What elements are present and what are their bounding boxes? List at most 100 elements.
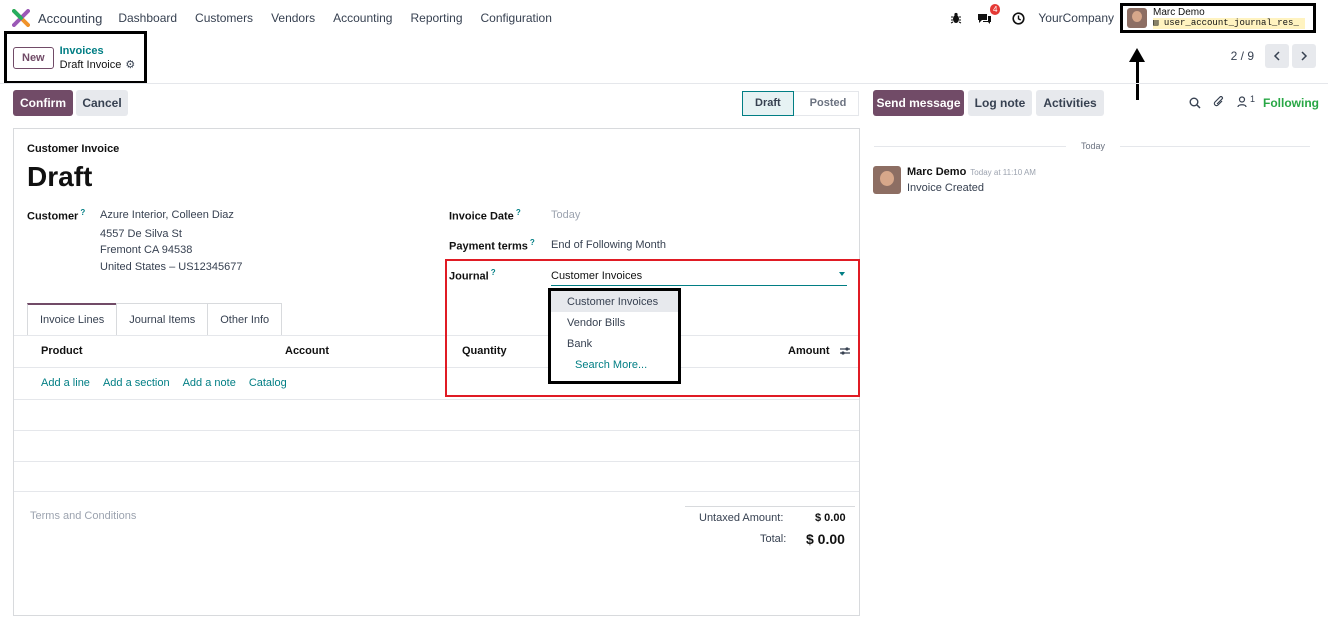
confirm-button[interactable]: Confirm — [13, 90, 73, 116]
customer-label: Customer? — [27, 208, 85, 223]
journal-search-more-link[interactable]: Search More... — [551, 354, 678, 375]
untaxed-amount-value: $ 0.00 — [815, 512, 846, 524]
chatter-date-divider-right — [1120, 146, 1310, 147]
help-tooltip-icon[interactable]: ? — [530, 238, 535, 247]
add-section-link[interactable]: Add a section — [103, 377, 170, 389]
pager-next-button[interactable] — [1292, 44, 1316, 68]
message-header: Marc Demo Today at 11:10 AM — [907, 166, 1036, 178]
tab-invoice-lines[interactable]: Invoice Lines — [27, 303, 118, 335]
message-author[interactable]: Marc Demo — [907, 166, 966, 178]
menu-reporting[interactable]: Reporting — [410, 11, 462, 25]
table-row — [14, 491, 859, 492]
add-line-link[interactable]: Add a line — [41, 377, 90, 389]
menu-customers[interactable]: Customers — [195, 11, 253, 25]
followers-icon[interactable] — [1237, 96, 1247, 111]
payment-terms-label-text: Payment terms — [449, 240, 528, 253]
header-divider — [0, 83, 1328, 84]
status-posted[interactable]: Posted — [793, 91, 860, 116]
payment-terms-label: Payment terms? — [449, 238, 535, 253]
chatter-date-separator: Today — [1081, 141, 1106, 151]
journal-option-customer-invoices[interactable]: Customer Invoices — [551, 291, 678, 312]
invoice-date-field[interactable]: Today — [551, 209, 580, 221]
chatter-date-divider-left — [874, 146, 1066, 147]
user-menu[interactable]: Marc Demo ▤ user_account_journal_res_ — [1120, 3, 1316, 33]
payment-terms-field[interactable]: End of Following Month — [551, 239, 666, 251]
accounting-app-icon — [12, 9, 30, 27]
message-timestamp: Today at 11:10 AM — [970, 168, 1036, 177]
breadcrumb-area: New Invoices Draft Invoice ⚙ — [4, 31, 147, 84]
status-draft[interactable]: Draft — [742, 91, 794, 116]
user-database-name: ▤ user_account_journal_res_ — [1153, 18, 1305, 29]
menu-configuration[interactable]: Configuration — [481, 11, 552, 25]
totals-divider — [685, 506, 855, 507]
top-navbar: Accounting Dashboard Customers Vendors A… — [0, 0, 1328, 36]
customer-name-field[interactable]: Azure Interior, Colleen Diaz — [100, 209, 234, 221]
form-notebook-tabs: Invoice Lines Journal Items Other Info — [27, 303, 283, 335]
search-icon[interactable] — [1189, 97, 1201, 112]
total-label: Total: — [760, 533, 787, 545]
caret-down-icon — [839, 272, 845, 276]
debug-bug-icon[interactable] — [948, 10, 964, 26]
journal-dropdown: Customer Invoices Vendor Bills Bank Sear… — [548, 288, 681, 384]
breadcrumb-current-label: Draft Invoice — [59, 58, 122, 71]
pager-value[interactable]: 2 / 9 — [1231, 49, 1254, 63]
annotation-arrow-shaft — [1136, 60, 1139, 100]
cancel-button[interactable]: Cancel — [76, 90, 128, 116]
journal-option-bank[interactable]: Bank — [551, 333, 678, 354]
app-brand[interactable]: Accounting — [12, 9, 118, 27]
catalog-link[interactable]: Catalog — [249, 377, 287, 389]
message-author-avatar[interactable] — [873, 166, 901, 194]
messages-icon[interactable]: 4 — [976, 4, 1001, 26]
untaxed-amount-label: Untaxed Amount: — [699, 512, 784, 524]
paperclip-icon[interactable] — [1213, 96, 1225, 112]
company-switcher[interactable]: YourCompany — [1038, 11, 1114, 25]
send-message-button[interactable]: Send message — [873, 90, 964, 116]
total-value: $ 0.00 — [806, 531, 845, 547]
journal-select-field[interactable]: Customer Invoices — [551, 266, 847, 286]
tab-other-info[interactable]: Other Info — [207, 303, 283, 335]
column-product[interactable]: Product — [41, 345, 83, 357]
activities-clock-icon[interactable] — [1010, 10, 1026, 26]
move-type-label: Customer Invoice — [27, 143, 120, 155]
pager-previous-button[interactable] — [1265, 44, 1289, 68]
customer-city: Fremont CA 94538 — [100, 244, 193, 256]
invoice-date-label: Invoice Date? — [449, 208, 521, 223]
customer-country: United States – US12345677 — [100, 261, 243, 273]
menu-accounting[interactable]: Accounting — [333, 11, 392, 25]
log-note-button[interactable]: Log note — [968, 90, 1032, 116]
table-row — [14, 461, 859, 462]
customer-label-text: Customer — [27, 210, 79, 223]
menu-vendors[interactable]: Vendors — [271, 11, 315, 25]
activities-button[interactable]: Activities — [1036, 90, 1104, 116]
line-actions: Add a line Add a section Add a note Cata… — [41, 377, 287, 389]
user-name: Marc Demo — [1153, 7, 1205, 18]
column-account[interactable]: Account — [285, 345, 329, 357]
add-note-link[interactable]: Add a note — [183, 377, 236, 389]
terms-conditions-field[interactable]: Terms and Conditions — [30, 510, 136, 522]
invoice-date-label-text: Invoice Date — [449, 210, 514, 223]
following-toggle[interactable]: Following — [1263, 96, 1319, 110]
help-tooltip-icon[interactable]: ? — [80, 208, 85, 217]
gear-icon[interactable]: ⚙ — [125, 58, 135, 72]
database-icon: ▤ — [1153, 18, 1159, 28]
tab-journal-items[interactable]: Journal Items — [116, 303, 209, 335]
journal-selected-value: Customer Invoices — [551, 269, 643, 282]
breadcrumb-current: Draft Invoice ⚙ — [60, 58, 136, 72]
journal-option-vendor-bills[interactable]: Vendor Bills — [551, 312, 678, 333]
table-row — [14, 430, 859, 431]
chevron-left-icon — [1273, 51, 1280, 61]
pager: 2 / 9 — [1231, 44, 1316, 68]
messages-count-badge: 4 — [989, 4, 1001, 15]
new-button[interactable]: New — [13, 46, 54, 69]
chevron-right-icon — [1301, 51, 1308, 61]
table-row — [14, 399, 859, 400]
customer-street: 4557 De Silva St — [100, 228, 182, 240]
invoice-state-title: Draft — [27, 161, 93, 192]
help-tooltip-icon[interactable]: ? — [516, 208, 521, 217]
breadcrumb-invoices-link[interactable]: Invoices — [60, 44, 136, 58]
followers-count: 1 — [1250, 94, 1256, 104]
app-title: Accounting — [38, 10, 103, 26]
breadcrumb: Invoices Draft Invoice ⚙ — [60, 44, 136, 72]
status-bar: Draft Posted — [742, 91, 860, 116]
menu-dashboard[interactable]: Dashboard — [118, 11, 177, 25]
